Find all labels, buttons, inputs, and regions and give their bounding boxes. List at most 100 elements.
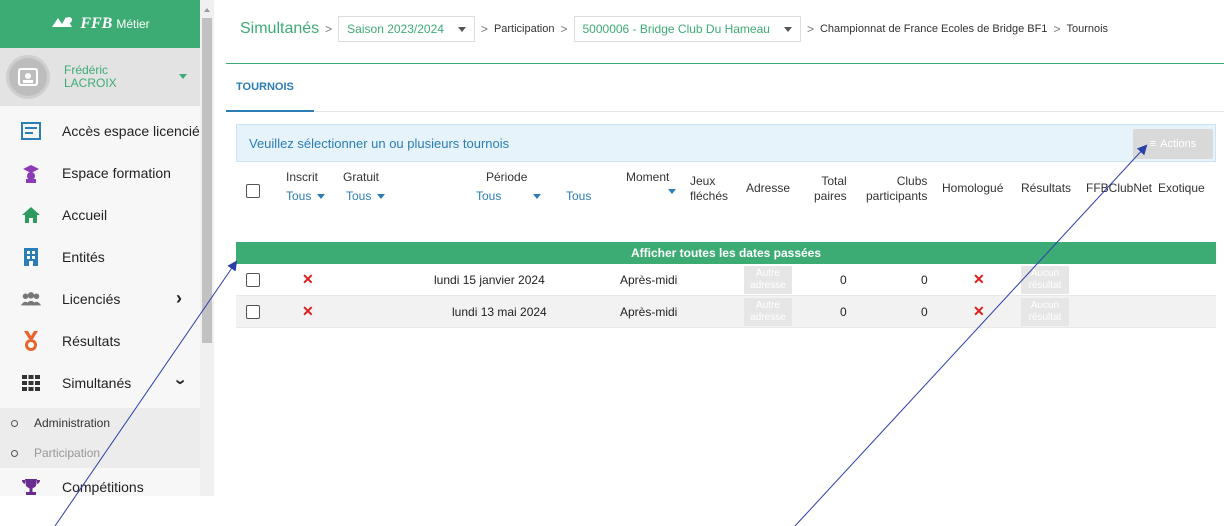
col-inscrit[interactable]: Inscrit [286,170,318,185]
user-name: Frédéric LACROIX [64,64,144,90]
row-clubs: 0 [921,273,928,287]
user-menu[interactable]: Frédéric LACROIX [0,48,200,106]
cross-icon: ✕ [302,271,314,287]
col-jeux-fleches-line1: Jeux [690,174,716,188]
scrollbar-thumb[interactable] [202,18,212,343]
col-homologue[interactable]: Homologué [942,181,1003,196]
row-total-paires: 0 [840,273,847,287]
row-checkbox[interactable] [246,305,260,319]
row-total-paires: 0 [840,305,847,319]
user-last-name: LACROIX [64,76,117,90]
cross-icon: ✕ [973,303,985,319]
col-total-paires-line1: Total [821,174,847,188]
filter-periode-to[interactable]: Tous [566,189,591,203]
breadcrumb-separator: > [560,22,568,36]
tab-active-indicator [226,110,314,112]
no-result-button[interactable]: Aucun résultat [1021,298,1069,326]
sidebar-scrollbar[interactable] [200,0,214,496]
sidebar-subitem-participation[interactable]: Participation [0,438,200,468]
sidebar-item-accueil[interactable]: Accueil [0,194,200,236]
chevron-down-icon[interactable] [179,74,187,79]
table-row[interactable]: ✕ lundi 13 mai 2024 Après-midi Autre adr… [236,296,1216,328]
sidebar-item-resultats[interactable]: Résultats [0,320,200,362]
tab-tournois[interactable]: TOURNOIS [236,81,294,93]
col-gratuit[interactable]: Gratuit [343,170,379,185]
col-jeux-fleches[interactable]: Jeux fléchés [690,174,728,204]
grid-icon [20,372,42,394]
breadcrumb-title[interactable]: Simultanés [240,20,319,38]
filter-inscrit[interactable]: Tous [286,189,326,203]
tab-bar: TOURNOIS [226,64,1224,112]
filter-gratuit-value: Tous [346,189,372,203]
chevron-right-icon[interactable]: › [176,289,182,307]
col-clubs-line2: participants [866,189,928,203]
sidebar-item-formation[interactable]: Espace formation [0,152,200,194]
chevron-down-icon[interactable]: › [171,379,191,385]
info-message: Veuillez sélectionner un ou plusieurs to… [249,136,510,151]
cross-icon: ✕ [302,303,314,319]
breadcrumb-tournois: Tournois [1066,23,1109,35]
other-address-button[interactable]: Autre adresse [744,266,792,294]
brand-logo[interactable]: FFB Métier [0,0,200,48]
graduate-icon [20,162,42,184]
caret-down-icon [377,193,386,199]
sidebar-item-label: Simultanés [62,375,132,391]
chevron-down-icon [783,26,792,32]
col-jeux-fleches-line2: fléchés [690,189,729,203]
club-select[interactable]: 5000006 - Bridge Club Du Hameau [573,16,801,42]
building-icon [20,246,42,268]
col-periode[interactable]: Période [486,170,527,185]
col-moment[interactable]: Moment [626,170,669,185]
show-past-dates-bar[interactable]: Afficher toutes les dates passées [236,242,1216,264]
sidebar-item-simultanes[interactable]: Simultanés › [0,362,200,404]
brand-mark: FFB [80,15,113,32]
col-exotique[interactable]: Exotique [1158,181,1205,196]
sidebar-subitem-administration[interactable]: Administration [0,408,200,438]
sidebar-item-label: Compétitions [62,479,144,495]
breadcrumb-separator: > [806,22,814,36]
other-address-button[interactable]: Autre adresse [744,298,792,326]
select-all-checkbox[interactable] [246,184,260,198]
filter-gratuit[interactable]: Tous [346,189,386,203]
col-ffbclubnet[interactable]: FFBClubNet [1086,181,1152,196]
no-result-button[interactable]: Aucun résultat [1021,266,1069,294]
sidebar-item-label: Accueil [62,207,108,223]
sidebar-item-competitions[interactable]: Compétitions [0,468,200,496]
home-icon [20,204,42,226]
season-select[interactable]: Saison 2023/2024 [338,16,475,42]
tournaments-table: Inscrit Tous Gratuit Tous Période Tous T… [236,164,1216,328]
breadcrumb-separator: > [325,22,333,36]
sidebar-subitem-label: Participation [34,446,101,460]
row-moment: Après-midi [620,305,678,319]
row-checkbox[interactable] [246,273,260,287]
table-header: Inscrit Tous Gratuit Tous Période Tous T… [236,164,1216,242]
caret-down-icon [317,193,326,199]
table-row[interactable]: ✕ lundi 15 janvier 2024 Après-midi Autre… [236,264,1216,296]
medal-icon [20,330,42,352]
list-icon: ≡ [1149,138,1157,150]
sidebar-item-label: Licenciés [62,291,121,307]
breadcrumb-separator: > [480,22,488,36]
scroll-up-icon[interactable] [204,8,210,12]
actions-button[interactable]: ≡ Actions [1133,129,1213,159]
brand-sub: Métier [116,17,150,31]
ffb-logo-icon [52,17,73,27]
chevron-down-icon [457,26,466,32]
col-total-paires-line2: paires [814,189,847,203]
col-clubs-participants[interactable]: Clubs participants [866,174,927,204]
sidebar-item-licencies[interactable]: Licenciés › [0,278,200,320]
users-icon [20,288,42,310]
sidebar-item-espace-licencie[interactable]: Accès espace licencié [0,110,200,152]
sort-moment[interactable] [668,189,676,194]
sidebar-item-entites[interactable]: Entités [0,236,200,278]
col-total-paires[interactable]: Total paires [814,174,847,204]
col-adresse[interactable]: Adresse [746,181,790,196]
breadcrumb-championship[interactable]: Championnat de France Ecoles de Bridge B… [820,23,1047,35]
portrait-icon [18,68,38,86]
sidebar: FFB Métier Frédéric LACROIX Accès espace… [0,0,200,496]
breadcrumb-participation[interactable]: Participation [494,23,555,35]
filter-periode-from[interactable]: Tous [476,189,542,203]
season-select-value: Saison 2023/2024 [347,22,444,36]
col-resultats[interactable]: Résultats [1021,181,1071,196]
row-date: lundi 13 mai 2024 [452,305,547,319]
